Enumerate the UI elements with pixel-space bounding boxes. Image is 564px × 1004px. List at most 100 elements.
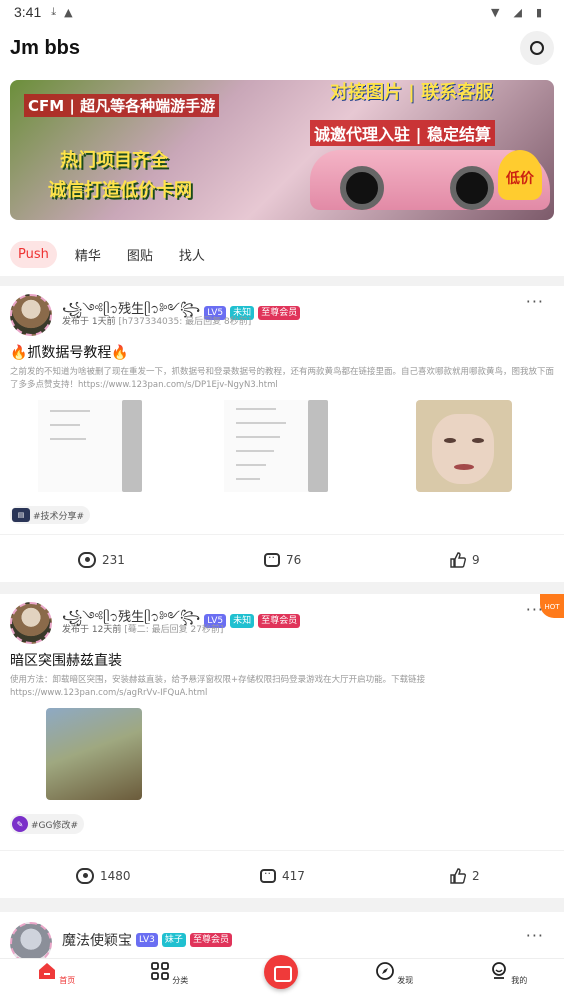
- download-icon: ⤓: [51, 5, 57, 18]
- likes-count: 2: [472, 868, 480, 883]
- tab-featured[interactable]: 精华: [67, 239, 109, 270]
- image-row: [0, 708, 564, 808]
- promo-banner[interactable]: 对接图片 | 联系客服 CFM | 超凡等各种端游手游 诚邀代理入驻 | 稳定结…: [10, 80, 554, 220]
- image-row: [0, 400, 564, 500]
- nav-home[interactable]: 首页: [28, 961, 84, 986]
- more-options-icon[interactable]: ···: [526, 600, 544, 619]
- app-title: Jm bbs: [10, 36, 81, 59]
- a-icon: ▲: [64, 5, 73, 19]
- topic-tag[interactable]: ✎ #GG修改#: [10, 814, 85, 834]
- status-bar: 3:41 ⤓ ▲ ▼ ◢ ▮: [0, 0, 564, 24]
- post-icon[interactable]: [264, 955, 298, 989]
- likes-stat[interactable]: 2: [450, 867, 480, 884]
- banner-container: 对接图片 | 联系客服 CFM | 超凡等各种端游手游 诚邀代理入驻 | 稳定结…: [0, 72, 564, 232]
- views-count: 1480: [100, 868, 131, 883]
- vip-badge: 至尊会员: [189, 933, 232, 947]
- gender-badge: 未知: [230, 613, 255, 628]
- post-body: 之前发的不知道为啥被删了现在重发一下，抓数据号和登录数据号的教程，还有两款黄鸟都…: [10, 367, 555, 390]
- post-title[interactable]: 暗区突围赫兹直装: [0, 650, 564, 670]
- nav-label: 首页: [59, 976, 76, 985]
- post-time: 发布于 12天前: [62, 625, 122, 635]
- post-image[interactable]: [38, 400, 142, 492]
- comments-count: 76: [286, 552, 302, 567]
- home-icon: [38, 963, 55, 979]
- post-stats: 231 76 9: [0, 534, 564, 584]
- topic-icon: ✎: [12, 816, 28, 832]
- grid-icon: [150, 962, 169, 980]
- post-time: 发布于 1天前: [62, 317, 116, 327]
- topic-label: #技术分享#: [33, 511, 85, 522]
- vip-badge: 至尊会员: [258, 613, 301, 628]
- likes-stat[interactable]: 9: [450, 551, 480, 568]
- post-body: 使用方法：卸载暗区突围，安装赫兹直装，给予悬浮窗权限+存储权限扫码登录游戏在大厅…: [10, 675, 426, 698]
- banner-line: 诚邀代理入驻 | 稳定结算: [310, 120, 495, 146]
- circle-icon: [530, 41, 544, 55]
- nav-discover[interactable]: 发现: [366, 961, 422, 986]
- wifi-icon: ▼: [491, 5, 500, 19]
- post-image[interactable]: [46, 708, 142, 800]
- wheel-image: [450, 166, 494, 210]
- profile-icon: [491, 962, 506, 979]
- tab-image-posts[interactable]: 图贴: [119, 239, 161, 270]
- level-badge: LV3: [136, 933, 158, 947]
- signal-icon: ◢: [513, 5, 522, 19]
- status-time: 3:41: [14, 4, 42, 20]
- topic-tag[interactable]: ▤ #技术分享#: [10, 506, 91, 524]
- post-card[interactable]: ꧁༺ᥫ᭡残生ᥫ᭡༻꧂ LV5 未知 至尊会员 发布于 1天前 [h7373340…: [0, 286, 564, 582]
- post-image[interactable]: [416, 400, 512, 492]
- views-stat[interactable]: 231: [78, 551, 125, 568]
- comments-stat[interactable]: 417: [260, 867, 305, 883]
- post-stats: 1480 417 2: [0, 850, 564, 900]
- banner-line: 对接图片 | 联系客服: [330, 82, 494, 103]
- post-meta: 发布于 1天前 [h737334035: 最后回复 8秒前]: [62, 314, 251, 327]
- nav-category[interactable]: 分类: [141, 961, 197, 986]
- comment-icon: [264, 551, 280, 567]
- battery-icon: ▮: [535, 5, 542, 19]
- user-line: 魔法使颖宝 LV3 妹子 至尊会员: [62, 930, 232, 950]
- tab-push[interactable]: Push: [10, 240, 57, 268]
- more-options-icon[interactable]: ···: [526, 926, 544, 945]
- post-card[interactable]: 魔法使颖宝 LV3 妹子 至尊会员 ···: [0, 912, 564, 964]
- eye-icon: [78, 551, 96, 568]
- nav-label: 我的: [511, 976, 528, 985]
- views-count: 231: [102, 552, 125, 567]
- banner-line: 热门项目齐全: [60, 150, 168, 171]
- thumbs-up-icon: [450, 867, 466, 884]
- tab-find-people[interactable]: 找人: [171, 239, 213, 270]
- comment-icon: [260, 867, 276, 883]
- app-header: Jm bbs: [0, 24, 564, 72]
- comments-count: 417: [282, 868, 305, 883]
- likes-count: 9: [472, 552, 480, 567]
- post-card[interactable]: HOT ꧁༺ᥫ᭡残生ᥫ᭡༻꧂ LV5 未知 至尊会员 发布于 12天前 [蓦二:…: [0, 594, 564, 898]
- username[interactable]: 魔法使颖宝: [62, 930, 132, 950]
- last-reply: [h737334035: 最后回复 8秒前]: [118, 317, 252, 327]
- tab-bar: Push 精华 图贴 找人: [0, 232, 564, 276]
- topic-label: #GG修改#: [31, 820, 79, 831]
- post-header: ꧁༺ᥫ᭡残生ᥫ᭡༻꧂ LV5 未知 至尊会员 发布于 1天前 [h7373340…: [0, 286, 564, 336]
- nav-label: 分类: [172, 976, 189, 985]
- post-image[interactable]: [224, 400, 328, 492]
- post-header: ꧁༺ᥫ᭡残生ᥫ᭡༻꧂ LV5 未知 至尊会员 发布于 12天前 [蓦二: 最后回…: [0, 594, 564, 644]
- vip-badge: 至尊会员: [258, 305, 301, 320]
- topic-icon: ▤: [12, 508, 30, 522]
- banner-line: 诚信打造低价卡网: [48, 180, 192, 201]
- views-stat[interactable]: 1480: [76, 867, 131, 884]
- wheel-image: [340, 166, 384, 210]
- eye-icon: [76, 867, 94, 884]
- comments-stat[interactable]: 76: [264, 551, 302, 567]
- bottom-nav: 首页 分类 发现 我的: [0, 955, 564, 1004]
- gender-badge: 妹子: [161, 933, 186, 947]
- banner-badge: 低价: [498, 150, 542, 200]
- post-title[interactable]: 🔥抓数据号教程🔥: [0, 342, 564, 362]
- thumbs-up-icon: [450, 551, 466, 568]
- nav-label: 发现: [397, 976, 414, 985]
- compass-icon: [375, 962, 394, 980]
- post-meta: 发布于 12天前 [蓦二: 最后回复 27秒前]: [62, 622, 223, 635]
- more-options-icon[interactable]: ···: [526, 292, 544, 311]
- header-action-button[interactable]: [520, 31, 554, 65]
- avatar[interactable]: [10, 294, 52, 336]
- last-reply: [蓦二: 最后回复 27秒前]: [124, 625, 224, 635]
- nav-profile[interactable]: 我的: [480, 961, 536, 986]
- banner-line: CFM | 超凡等各种端游手游: [24, 94, 220, 117]
- avatar[interactable]: [10, 602, 52, 644]
